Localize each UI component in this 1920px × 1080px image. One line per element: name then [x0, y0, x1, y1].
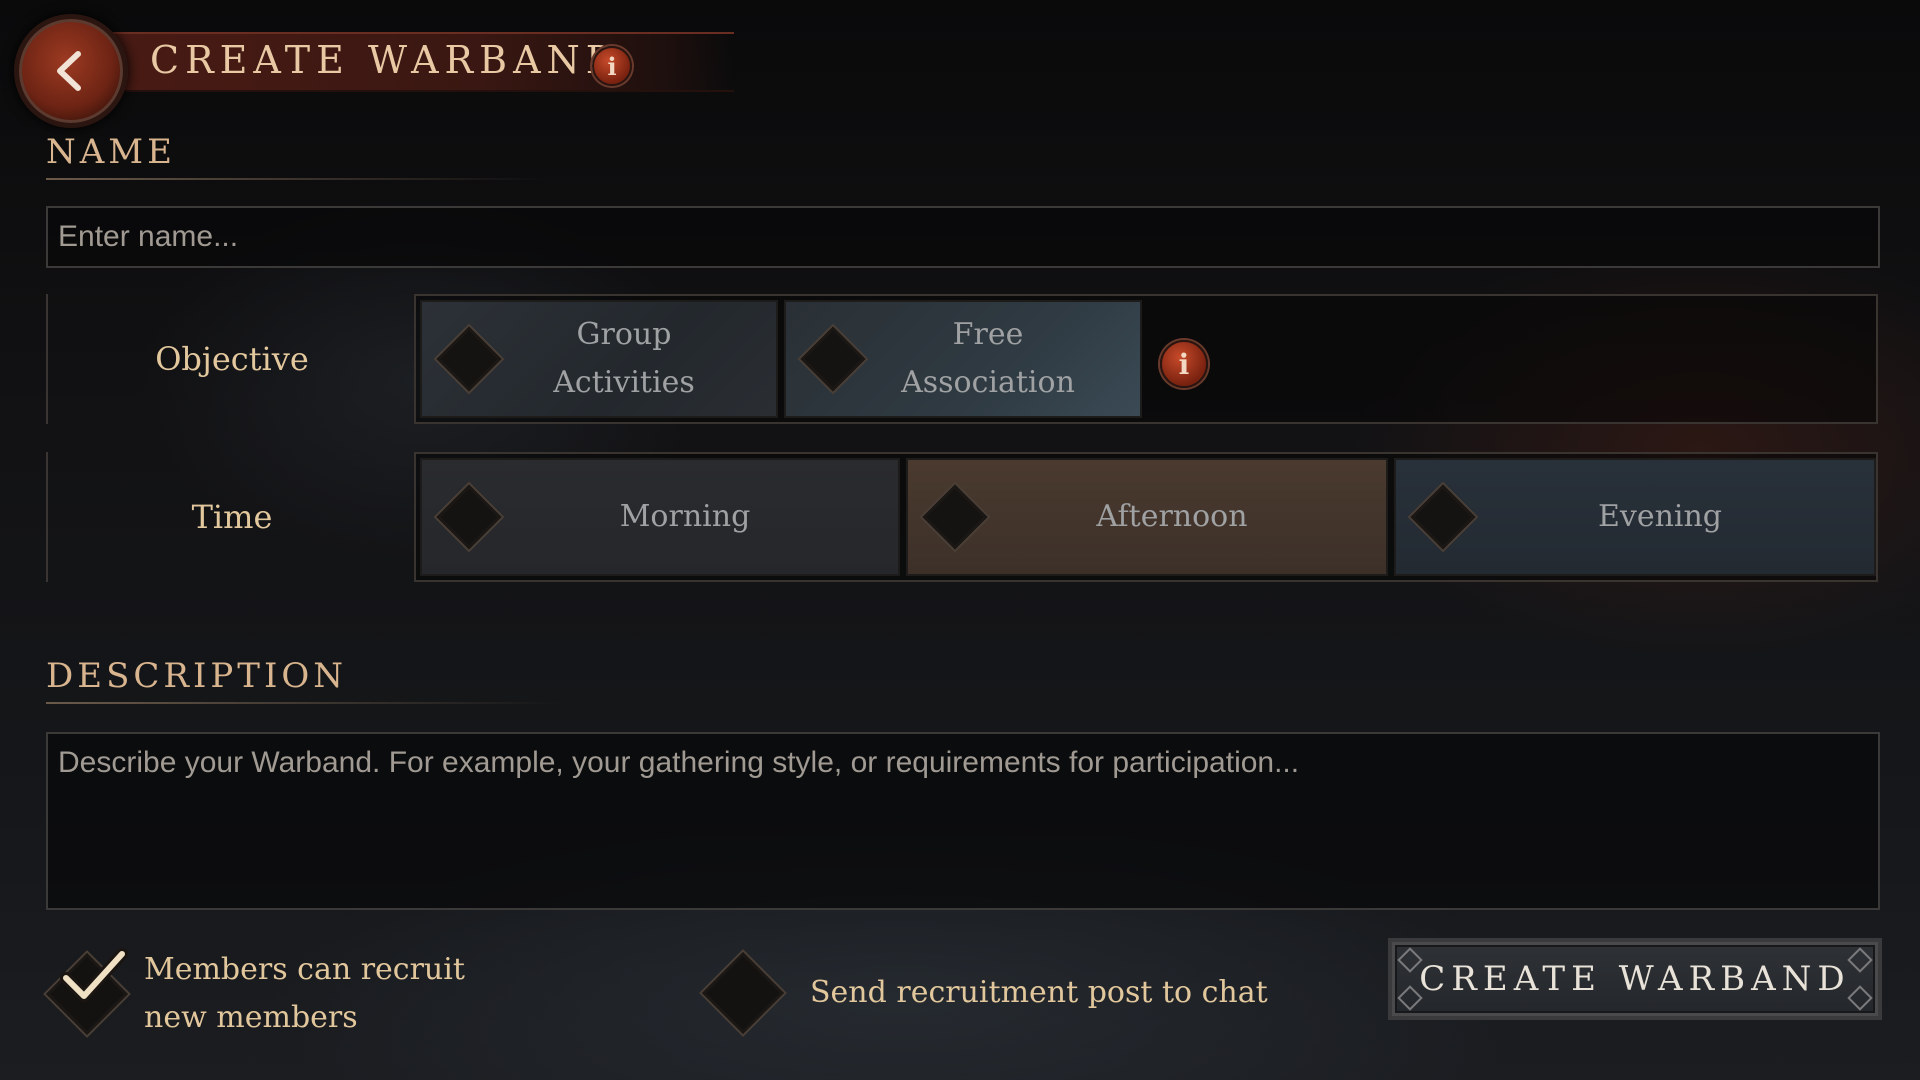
name-section-title: NAME: [46, 132, 176, 172]
time-row: Time Morning Afternoon Evening: [46, 452, 1878, 582]
divider: [46, 702, 566, 704]
objective-row: Objective Group Activities Free Associat…: [46, 294, 1878, 424]
header: CREATE WARBAND i: [14, 14, 734, 128]
page-title: CREATE WARBAND: [150, 38, 623, 82]
checkbox-diamond-icon: [701, 951, 785, 1035]
ornament-icon: [1847, 985, 1873, 1011]
chevron-left-icon: [57, 51, 81, 91]
objective-option-free-association[interactable]: Free Association: [784, 300, 1142, 418]
objective-options: Group Activities Free Association i: [414, 294, 1878, 424]
ornament-icon: [1847, 947, 1873, 973]
checkmark-icon: [60, 948, 128, 1002]
time-options: Morning Afternoon Evening: [414, 452, 1878, 582]
name-input[interactable]: [46, 206, 1880, 268]
objective-option-group-activities[interactable]: Group Activities: [420, 300, 778, 418]
recruit-members-label: Members can recruit new members: [144, 952, 465, 1035]
send-recruitment-post-label: Send recruitment post to chat: [810, 975, 1268, 1010]
back-button[interactable]: [14, 14, 128, 128]
description-input[interactable]: [46, 732, 1880, 910]
create-warband-button[interactable]: CREATE WARBAND: [1392, 942, 1878, 1016]
time-label: Time: [46, 452, 416, 582]
info-icon[interactable]: i: [1160, 340, 1208, 388]
time-option-evening[interactable]: Evening: [1394, 458, 1876, 576]
create-warband-label: CREATE WARBAND: [1419, 959, 1851, 999]
description-section-title: DESCRIPTION: [46, 656, 348, 696]
info-icon[interactable]: i: [592, 46, 632, 86]
divider: [46, 178, 546, 180]
time-option-morning[interactable]: Morning: [420, 458, 900, 576]
objective-label: Objective: [46, 294, 416, 424]
time-option-afternoon[interactable]: Afternoon: [906, 458, 1388, 576]
recruit-members-checkbox[interactable]: Members can recruit new members: [45, 946, 524, 1042]
send-recruitment-post-checkbox[interactable]: Send recruitment post to chat: [701, 951, 1268, 1035]
